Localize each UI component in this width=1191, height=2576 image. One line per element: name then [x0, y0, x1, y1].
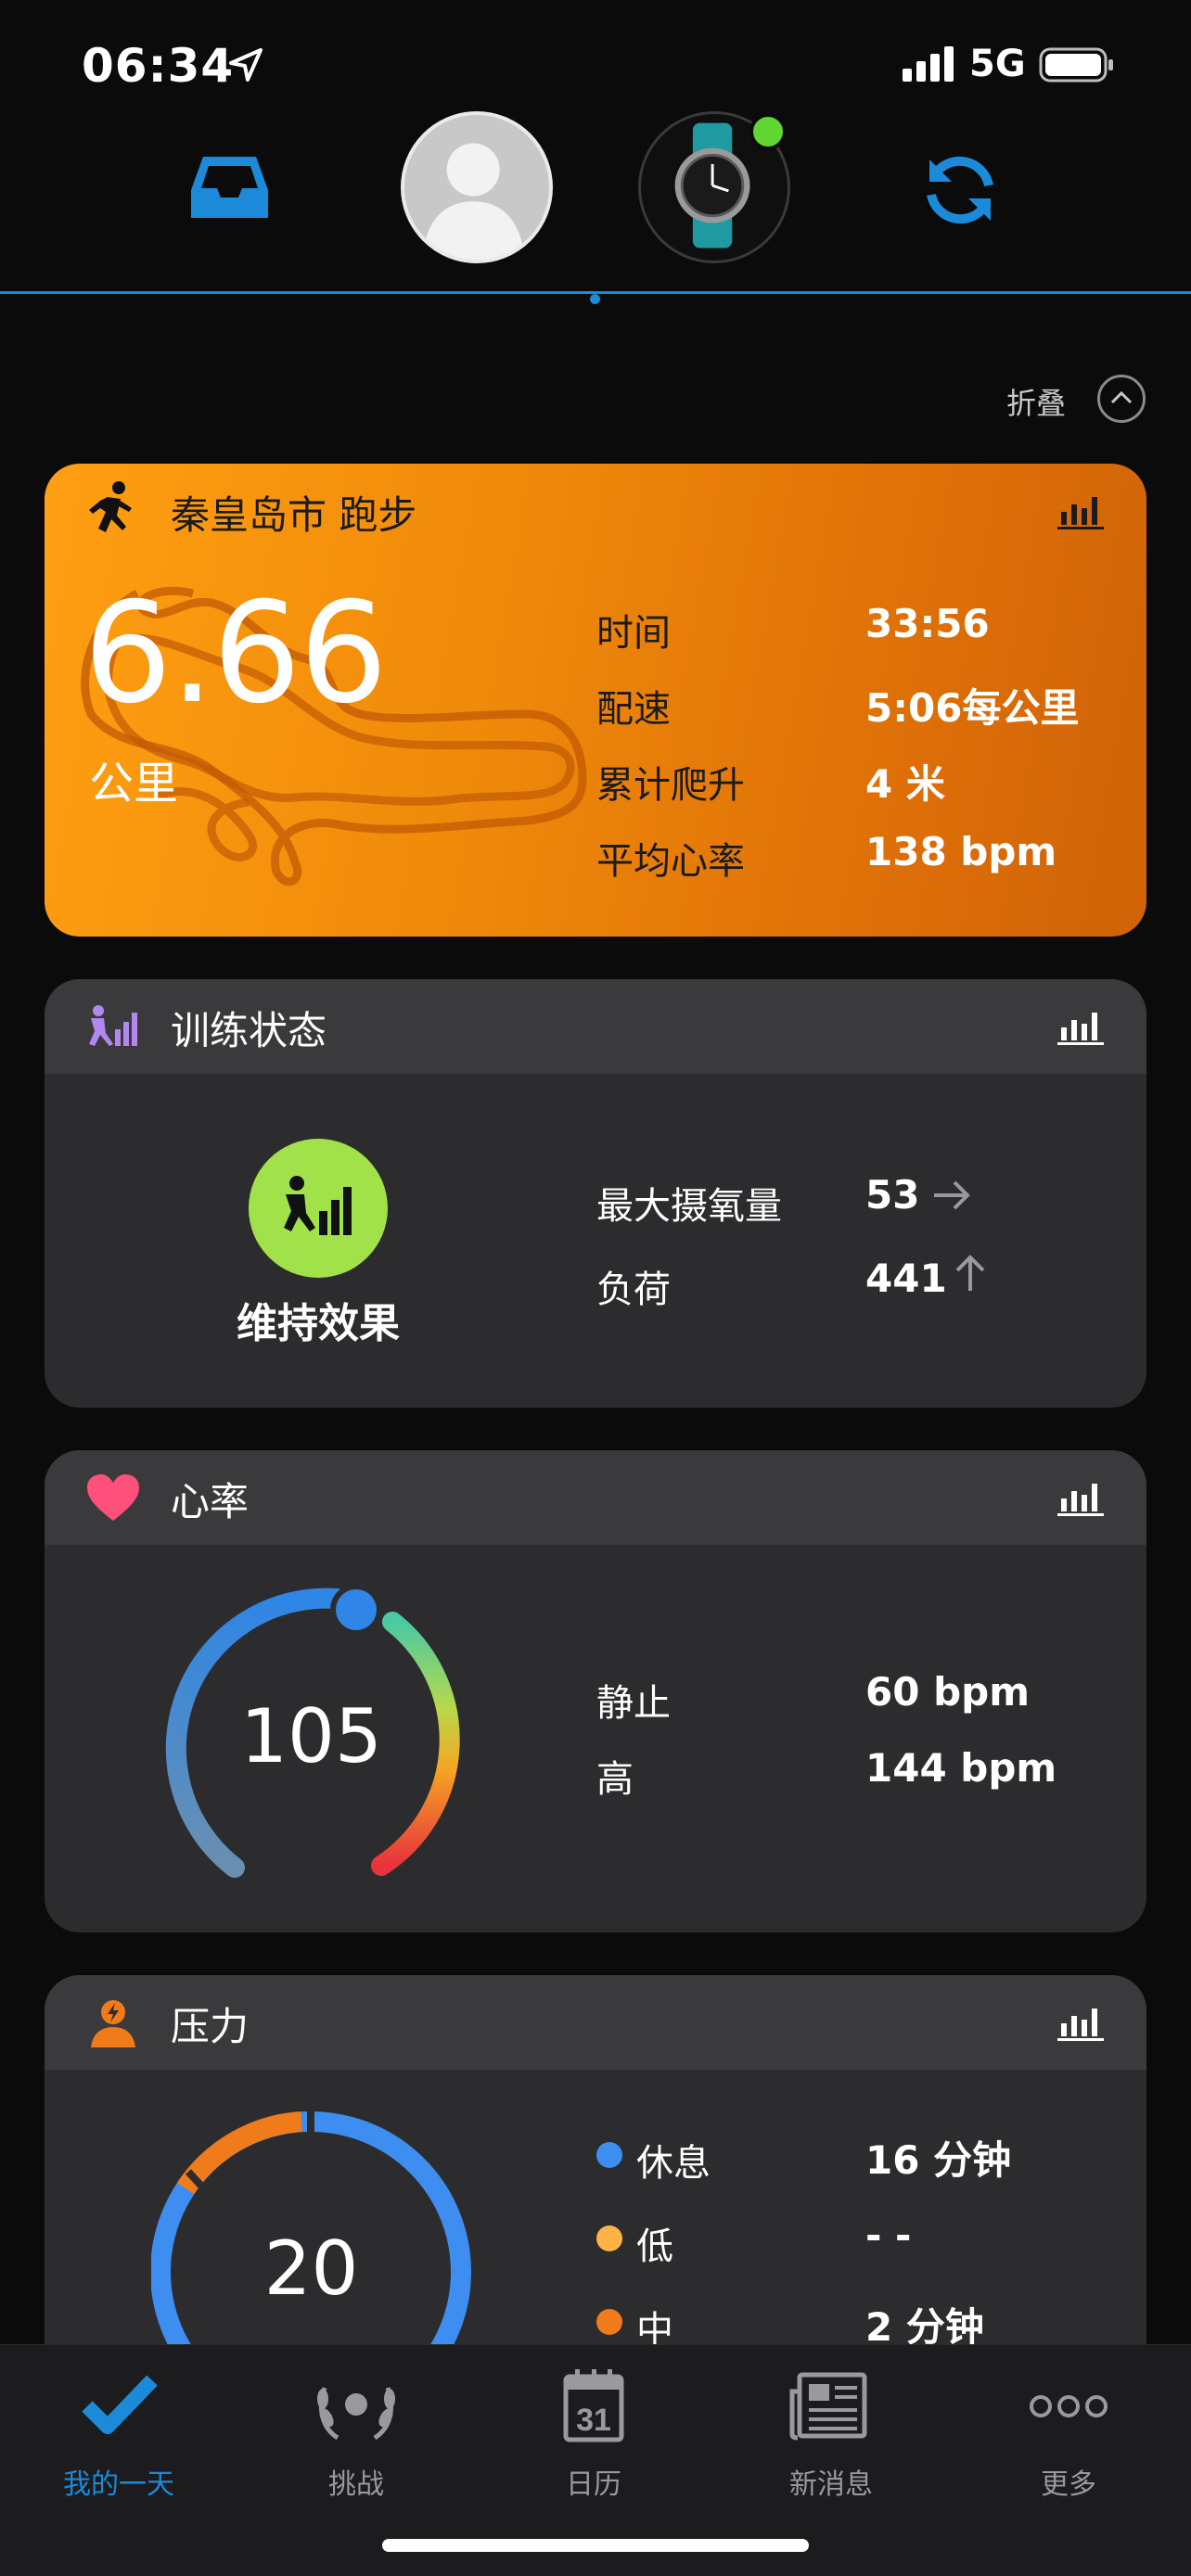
- stat-label-vo2max: 最大摄氧量: [596, 1185, 782, 1228]
- network-label: 5G: [969, 43, 1026, 85]
- location-arrow-icon: [229, 48, 263, 82]
- stat-label-high: 高: [596, 1758, 634, 1801]
- device-online-indicator: [749, 113, 787, 150]
- training-status-card[interactable]: 训练状态 维持效果 最大摄氧量 53 负荷 441: [45, 979, 1146, 1408]
- signal-icon: [903, 46, 954, 82]
- tab-label: 我的一天: [63, 2468, 174, 2501]
- heart-rate-card[interactable]: 心率 105 静止 60 bpm 高 144 bpm: [45, 1450, 1146, 1932]
- laurel-icon: [317, 2387, 395, 2441]
- stress-icon: [91, 2000, 135, 2047]
- avatar[interactable]: [401, 111, 553, 263]
- tab-label: 新消息: [789, 2468, 873, 2501]
- stat-label-time: 时间: [596, 612, 671, 655]
- battery-icon: [1039, 47, 1113, 83]
- tab-label: 更多: [1041, 2468, 1096, 2501]
- distance-unit: 公里: [89, 758, 179, 810]
- legend-label-rest: 休息: [636, 2142, 711, 2185]
- card-title: 训练状态: [171, 1008, 327, 1053]
- legend-value-rest: 16 分钟: [865, 2137, 1012, 2183]
- tab-challenges[interactable]: 挑战: [237, 2345, 475, 2531]
- inbox-icon[interactable]: [190, 153, 269, 223]
- stat-label-pace: 配速: [596, 688, 671, 731]
- heart-rate-current: 105: [240, 1693, 382, 1779]
- training-effect-icon: [284, 1176, 352, 1235]
- stat-value-resting: 60 bpm: [865, 1669, 1030, 1715]
- tab-calendar[interactable]: 31 日历: [475, 2345, 712, 2531]
- more-icon: [1030, 2395, 1108, 2417]
- legend-dot-rest: [596, 2142, 622, 2168]
- tab-label: 日历: [566, 2468, 621, 2501]
- right-arrow-icon: [934, 1180, 970, 1210]
- home-indicator: [382, 2539, 809, 2552]
- check-icon: [82, 2375, 158, 2434]
- stat-value-vo2max: 53: [865, 1172, 920, 1218]
- chevron-up-icon: [1110, 390, 1133, 404]
- training-result: 维持效果: [237, 1300, 400, 1347]
- bar-chart-icon[interactable]: [1057, 2005, 1104, 2042]
- heart-icon: [87, 1474, 139, 1521]
- legend-dot-medium: [596, 2309, 622, 2335]
- stat-label-avg-hr: 平均心率: [596, 840, 745, 883]
- bar-chart-icon[interactable]: [1057, 493, 1104, 530]
- stress-current: 20: [263, 2225, 359, 2312]
- tab-news[interactable]: 新消息: [712, 2345, 950, 2531]
- bar-chart-icon[interactable]: [1057, 1009, 1104, 1046]
- card-header: 压力: [45, 1975, 1146, 2070]
- tab-label: 挑战: [328, 2468, 384, 2501]
- bar-chart-icon[interactable]: [1057, 1480, 1104, 1517]
- card-title: 心率: [171, 1479, 250, 1524]
- status-time: 06:34: [82, 39, 235, 93]
- legend-label-low: 低: [636, 2225, 673, 2268]
- card-header: 训练状态: [45, 979, 1146, 1074]
- stat-value-load: 441: [865, 1256, 947, 1301]
- stat-value-pace: 5:06每公里: [865, 685, 1080, 731]
- collapse-button[interactable]: [1097, 375, 1146, 423]
- stat-value-ascent: 4 米: [865, 761, 945, 807]
- sync-icon[interactable]: [918, 148, 1002, 232]
- stat-label-load: 负荷: [596, 1269, 671, 1311]
- stat-value-high: 144 bpm: [865, 1745, 1057, 1791]
- tab-more[interactable]: 更多: [950, 2345, 1187, 2531]
- stat-label-resting: 静止: [596, 1682, 671, 1725]
- stat-label-ascent: 累计爬升: [596, 764, 745, 807]
- run-activity-card[interactable]: 秦皇岛市 跑步 6.66 公里 时间 33:56 配速 5:06每公里 累计爬升…: [45, 464, 1146, 937]
- legend-value-low: - -: [865, 2213, 912, 2258]
- activity-title: 秦皇岛市 跑步: [171, 492, 417, 538]
- page-indicator: [590, 294, 600, 304]
- calendar-day: 31: [576, 2403, 611, 2438]
- running-icon: [89, 481, 132, 532]
- card-title: 压力: [171, 2004, 250, 2049]
- card-header: 心率: [45, 1450, 1146, 1545]
- newspaper-icon: [789, 2372, 867, 2441]
- legend-dot-low: [596, 2225, 622, 2251]
- tab-my-day[interactable]: 我的一天: [0, 2345, 237, 2531]
- distance-value: 6.66: [83, 573, 388, 734]
- training-status-badge: [249, 1139, 388, 1278]
- calendar-icon: 31: [563, 2369, 624, 2442]
- up-arrow-icon: [955, 1255, 985, 1291]
- training-status-icon: [89, 1005, 137, 1046]
- collapse-label[interactable]: 折叠: [1006, 380, 1066, 423]
- stat-value-time: 33:56: [865, 601, 990, 646]
- stat-value-avg-hr: 138 bpm: [865, 829, 1057, 874]
